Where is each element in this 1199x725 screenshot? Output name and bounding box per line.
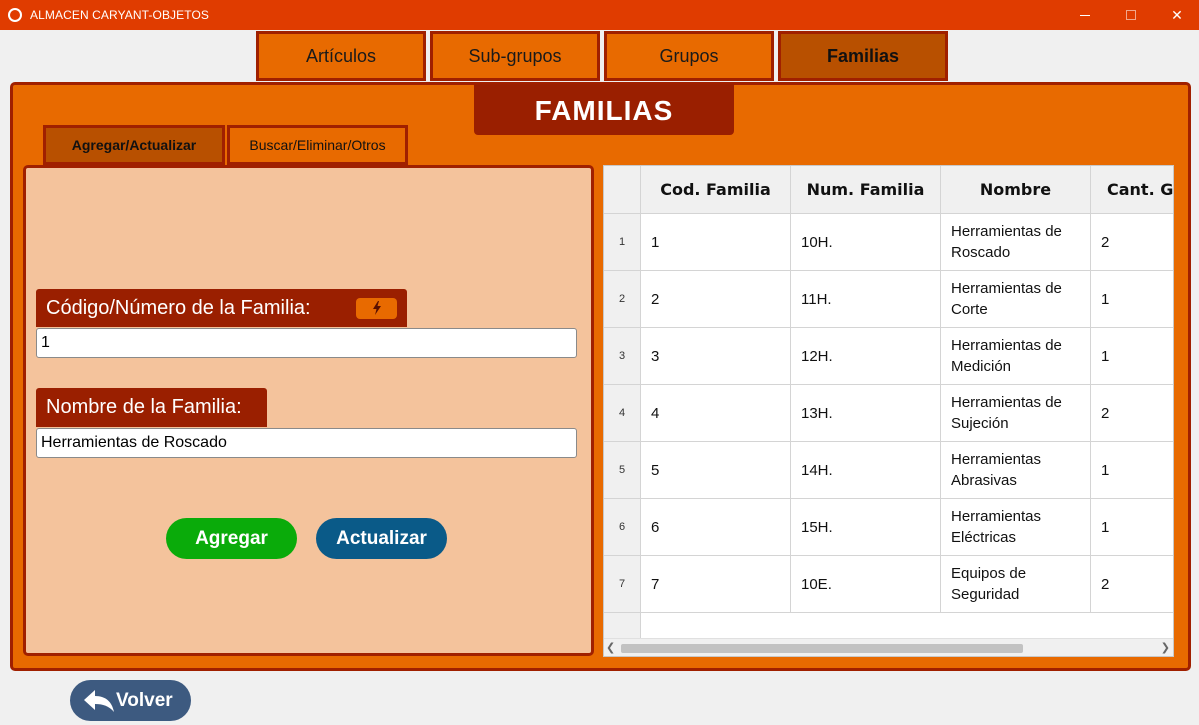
table-cell-num[interactable]: 13H. bbox=[791, 385, 941, 442]
title-bar: ALMACEN CARYANT-OBJETOS ✕ bbox=[0, 0, 1199, 30]
table-cell-nombre[interactable]: Herramientas de Corte bbox=[941, 271, 1091, 328]
generate-code-button[interactable] bbox=[356, 298, 397, 319]
scroll-right-icon[interactable]: ❯ bbox=[1161, 641, 1170, 654]
table-cell-num[interactable]: 12H. bbox=[791, 328, 941, 385]
familias-table: Cod. Familia Num. Familia Nombre Cant. G… bbox=[603, 165, 1174, 657]
row-header[interactable]: 6 bbox=[604, 499, 641, 556]
table-cell-cant[interactable]: 2 bbox=[1091, 385, 1173, 442]
table-cell-cod[interactable]: 1 bbox=[641, 214, 791, 271]
column-header-num-familia[interactable]: Num. Familia bbox=[791, 166, 941, 214]
column-header-cant[interactable]: Cant. G bbox=[1091, 166, 1173, 214]
close-icon: ✕ bbox=[1171, 7, 1183, 23]
table-cell-nombre[interactable]: Herramientas Abrasivas bbox=[941, 442, 1091, 499]
volver-label: Volver bbox=[116, 690, 173, 711]
codigo-input[interactable] bbox=[36, 328, 577, 358]
codigo-label-text: Código/Número de la Familia: bbox=[46, 297, 311, 319]
table-cell-cod[interactable]: 3 bbox=[641, 328, 791, 385]
table-cell-num[interactable]: 10E. bbox=[791, 556, 941, 613]
column-header-cod-familia[interactable]: Cod. Familia bbox=[641, 166, 791, 214]
table-cell-cant[interactable]: 1 bbox=[1091, 442, 1173, 499]
tab-articulos[interactable]: Artículos bbox=[256, 31, 426, 81]
table-cell-num[interactable]: 10H. bbox=[791, 214, 941, 271]
codigo-label: Código/Número de la Familia: bbox=[36, 289, 407, 327]
table-cell-cod[interactable]: 6 bbox=[641, 499, 791, 556]
table-corner bbox=[604, 166, 641, 214]
table-cell-num[interactable]: 15H. bbox=[791, 499, 941, 556]
volver-button[interactable]: Volver bbox=[70, 680, 191, 721]
maximize-button[interactable] bbox=[1116, 4, 1146, 26]
tab-familias[interactable]: Familias bbox=[778, 31, 948, 81]
app-icon bbox=[8, 8, 22, 22]
scroll-left-icon[interactable]: ❮ bbox=[606, 641, 615, 654]
table-cell-nombre[interactable]: Herramientas de Sujeción bbox=[941, 385, 1091, 442]
nombre-label: Nombre de la Familia: bbox=[36, 388, 267, 427]
lightning-icon bbox=[372, 301, 381, 315]
table-cell-nombre[interactable]: Herramientas Eléctricas bbox=[941, 499, 1091, 556]
row-header[interactable]: 1 bbox=[604, 214, 641, 271]
subtab-agregar-actualizar[interactable]: Agregar/Actualizar bbox=[43, 125, 225, 165]
tab-grupos[interactable]: Grupos bbox=[604, 31, 774, 81]
table-cell-num[interactable]: 11H. bbox=[791, 271, 941, 328]
table-cell-cant[interactable]: 1 bbox=[1091, 328, 1173, 385]
subtab-buscar-eliminar-otros[interactable]: Buscar/Eliminar/Otros bbox=[227, 125, 408, 165]
agregar-button[interactable]: Agregar bbox=[166, 518, 297, 559]
table-cell-cant[interactable]: 2 bbox=[1091, 214, 1173, 271]
horizontal-scrollbar[interactable]: ❮ ❯ bbox=[604, 638, 1173, 656]
window-title: ALMACEN CARYANT-OBJETOS bbox=[30, 8, 210, 22]
table-cell-num[interactable]: 14H. bbox=[791, 442, 941, 499]
minimize-button[interactable] bbox=[1070, 4, 1100, 26]
nombre-input[interactable] bbox=[36, 428, 577, 458]
table-cell-cod[interactable]: 5 bbox=[641, 442, 791, 499]
table-cell-cod[interactable]: 2 bbox=[641, 271, 791, 328]
nombre-label-text: Nombre de la Familia: bbox=[46, 396, 242, 418]
table-cell-cant[interactable]: 2 bbox=[1091, 556, 1173, 613]
table-cell-cant[interactable]: 1 bbox=[1091, 271, 1173, 328]
row-header[interactable]: 5 bbox=[604, 442, 641, 499]
minimize-icon bbox=[1080, 15, 1090, 16]
table-cell-nombre[interactable]: Equipos de Seguridad bbox=[941, 556, 1091, 613]
close-button[interactable]: ✕ bbox=[1162, 4, 1192, 26]
table-cell-nombre[interactable]: Herramientas de Roscado bbox=[941, 214, 1091, 271]
actualizar-button[interactable]: Actualizar bbox=[316, 518, 447, 559]
maximize-icon bbox=[1126, 10, 1136, 20]
row-header[interactable]: 4 bbox=[604, 385, 641, 442]
table-cell-cod[interactable]: 4 bbox=[641, 385, 791, 442]
page-title: FAMILIAS bbox=[474, 84, 734, 135]
row-header[interactable]: 2 bbox=[604, 271, 641, 328]
table-cell-nombre[interactable]: Herramientas de Medición bbox=[941, 328, 1091, 385]
scrollbar-thumb[interactable] bbox=[621, 644, 1023, 653]
table-cell-cod[interactable]: 7 bbox=[641, 556, 791, 613]
column-header-nombre[interactable]: Nombre bbox=[941, 166, 1091, 214]
back-arrow-icon bbox=[84, 690, 114, 712]
row-header[interactable]: 7 bbox=[604, 556, 641, 613]
table-cell-cant[interactable]: 1 bbox=[1091, 499, 1173, 556]
row-header[interactable]: 3 bbox=[604, 328, 641, 385]
row-gutter bbox=[604, 613, 641, 641]
tab-sub-grupos[interactable]: Sub-grupos bbox=[430, 31, 600, 81]
